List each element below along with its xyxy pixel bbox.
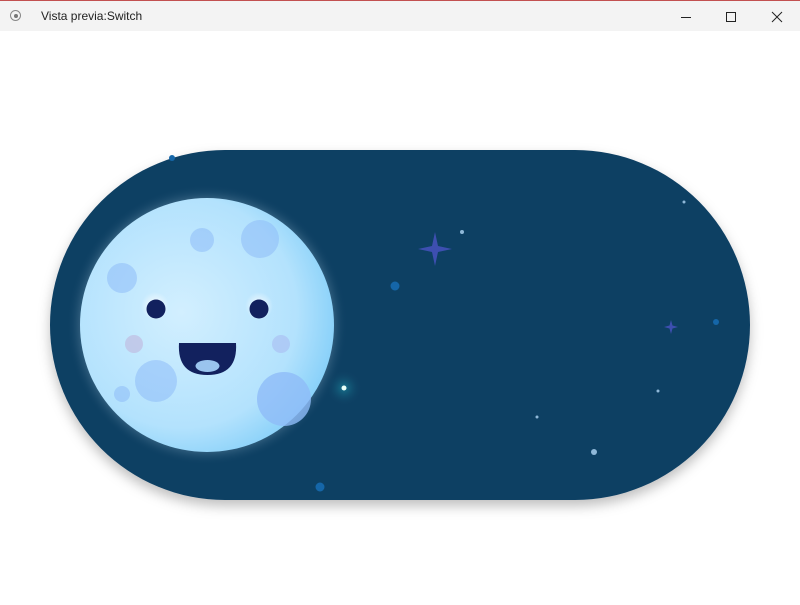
night-switch[interactable] [0, 31, 800, 600]
minimize-icon [681, 16, 691, 18]
app-icon [10, 10, 21, 21]
title-bar: Vista previa:Switch [0, 0, 800, 31]
tongue [195, 360, 220, 372]
switch-thumb-moon[interactable] [67, 185, 347, 465]
window-title: Vista previa:Switch [41, 9, 143, 23]
minimize-button[interactable] [663, 1, 709, 32]
preview-area [0, 31, 800, 600]
right-eye [249, 299, 269, 319]
close-button[interactable] [754, 1, 800, 32]
close-icon [771, 11, 783, 22]
maximize-button[interactable] [708, 1, 754, 32]
maximize-icon [726, 11, 736, 22]
left-eye [146, 299, 166, 319]
